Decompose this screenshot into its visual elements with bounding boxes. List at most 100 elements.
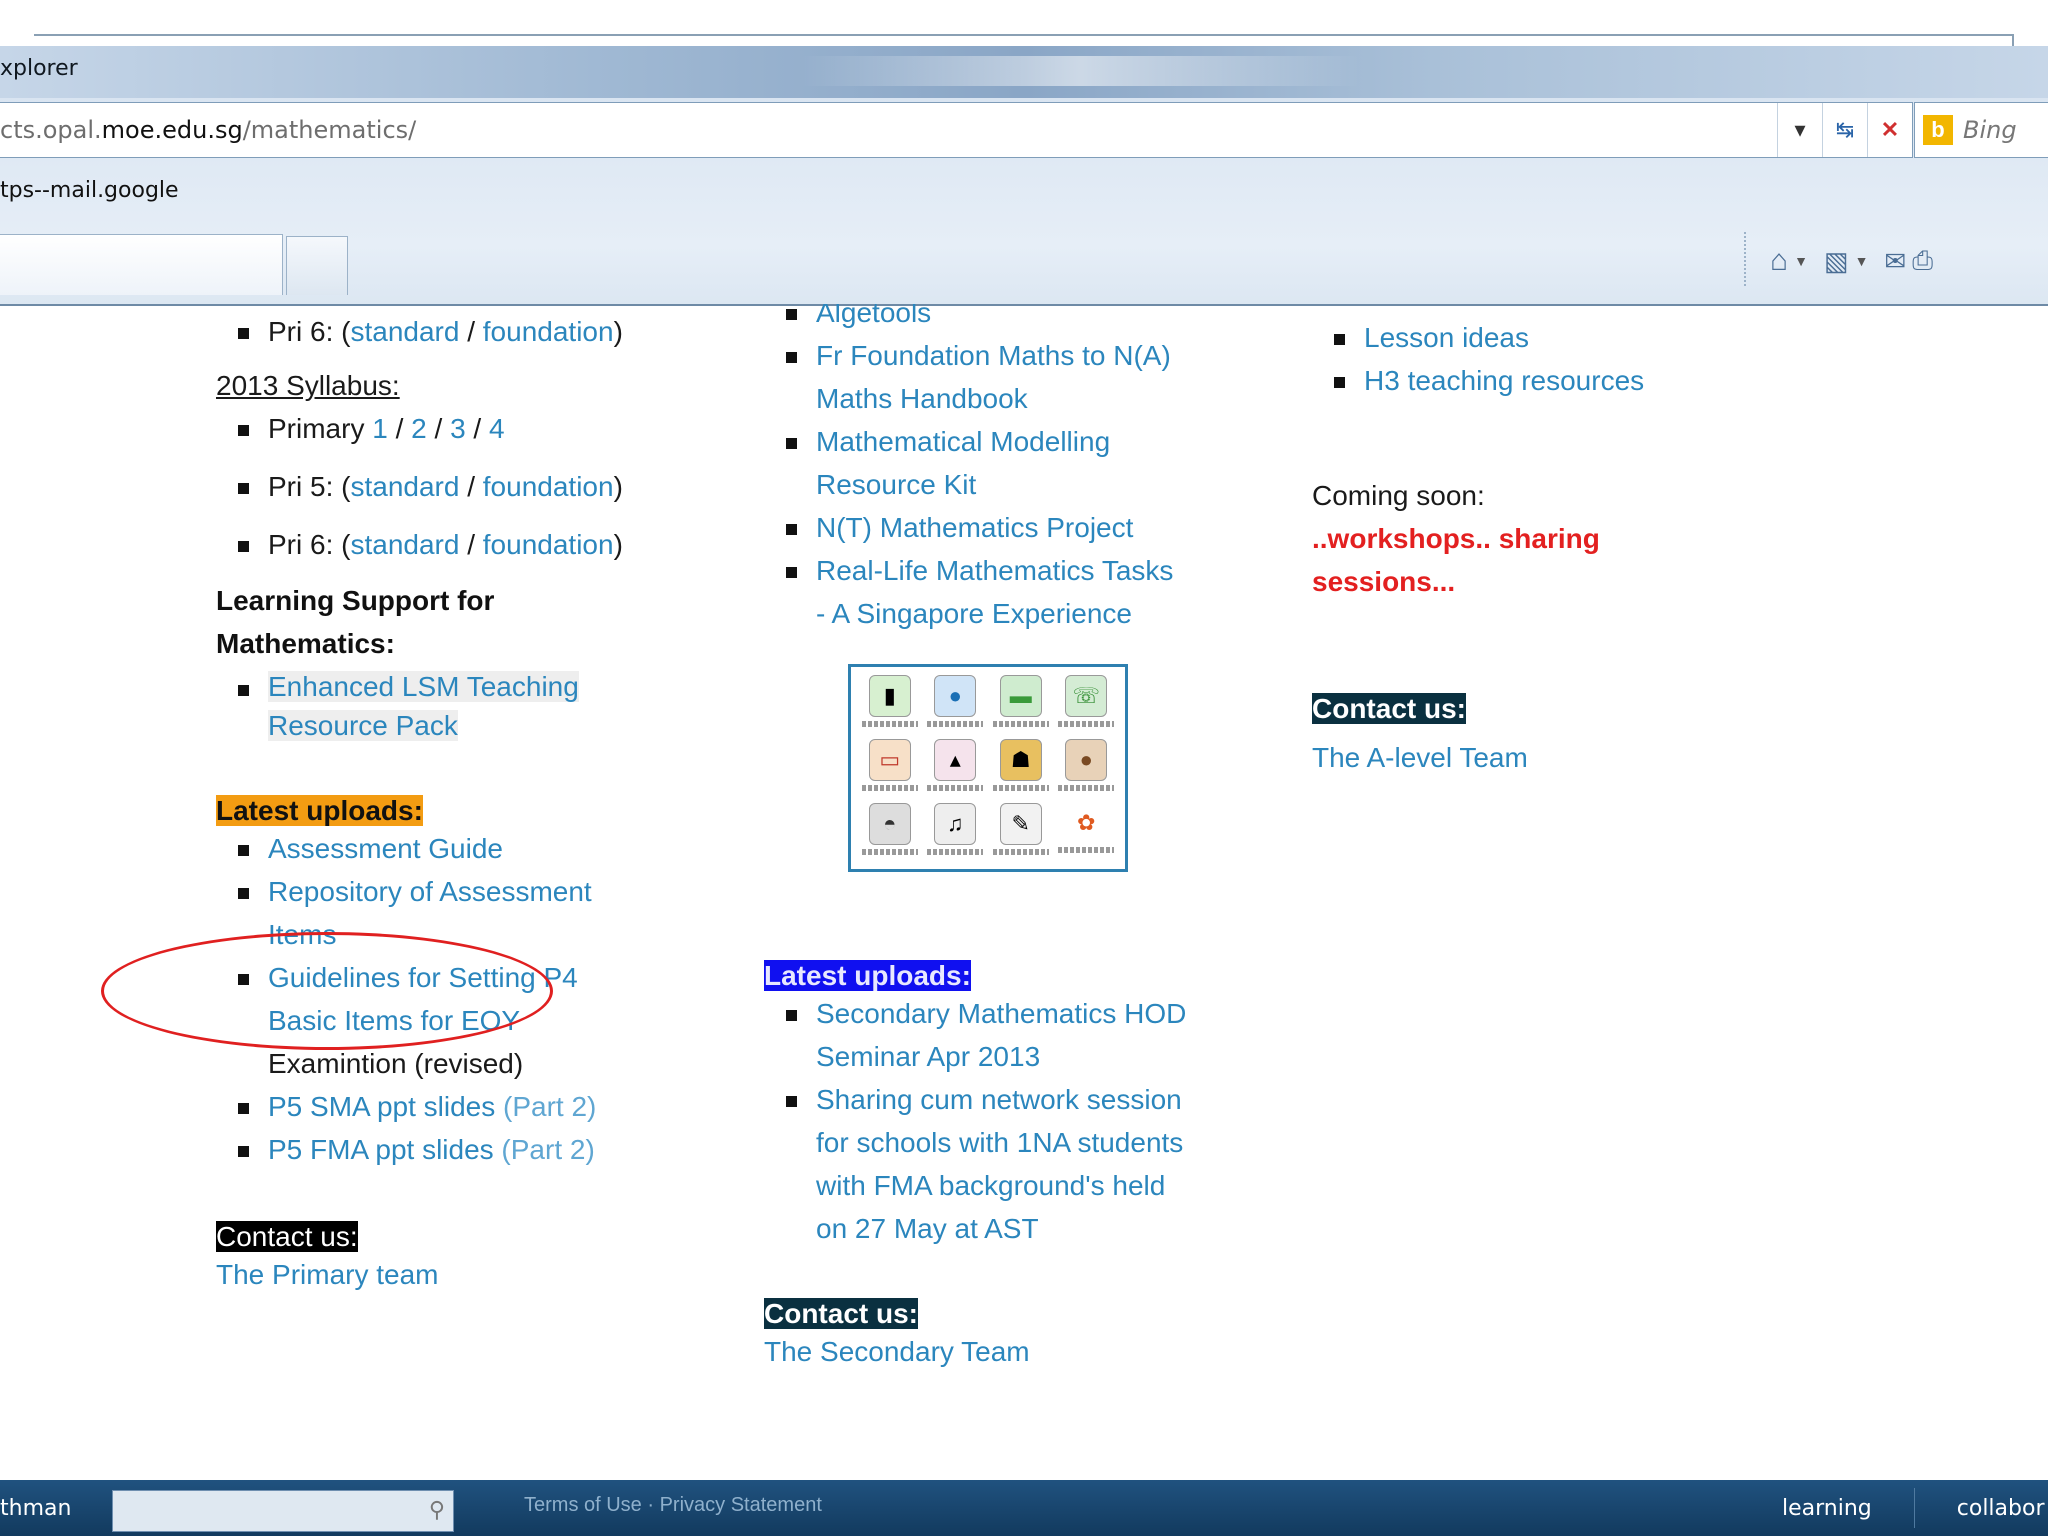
footer-links: Terms of Use · Privacy Statement (524, 1494, 822, 1516)
latest-uploads-label: Latest uploads: (764, 960, 971, 991)
tile-caption (861, 849, 918, 855)
list-item: Algetools (764, 304, 1244, 334)
command-bar-separator (1744, 232, 1746, 286)
primary-2-link[interactable]: 2 (411, 413, 427, 444)
privacy-statement-link[interactable]: Privacy Statement (660, 1494, 822, 1516)
feeds-icon[interactable]: ▧ (1824, 246, 1849, 277)
chevron-down-icon[interactable]: ▼ (1855, 253, 1869, 269)
smapp-logo-icon: ✿ (1066, 803, 1107, 843)
coming-soon-items: ..workshops.. sharing sessions... (1312, 523, 1600, 597)
mathematical-modelling-link[interactable]: Mathematical Modelling Resource Kit (816, 426, 1110, 500)
address-url[interactable]: cts.opal.moe.edu.sg/mathematics/ (0, 116, 416, 144)
tile-caption (861, 785, 918, 791)
image-tile: ☗ (992, 739, 1050, 797)
secondary-contact-heading: Contact us: (764, 1298, 1244, 1330)
p5-sma-part2-link[interactable]: (Part 2) (495, 1091, 596, 1122)
cup-icon: ▮ (868, 675, 911, 717)
real-life-tasks-image[interactable]: ▮ ● ▬ ☏ ▭ ▴ ☗ ● ◓ ♫ ✎ ✿ (848, 664, 1128, 872)
list-item: H3 teaching resources (1312, 359, 1792, 402)
nav-learning[interactable]: learning (1740, 1496, 1914, 1521)
address-prefix: cts.opal. (0, 116, 102, 144)
list-item: Pri 6: (standard / foundation) (216, 523, 676, 566)
favorite-item[interactable]: tps--mail.google (0, 178, 179, 203)
image-tile: ☏ (1058, 675, 1116, 733)
list-item: Fr Foundation Maths to N(A) Maths Handboo… (764, 334, 1244, 420)
standard-link[interactable]: standard (350, 529, 459, 560)
chevron-down-icon: ▾ (1794, 117, 1806, 142)
tile-caption (992, 849, 1049, 855)
list-item: Sharing cum network session for schools w… (764, 1078, 1244, 1250)
nav-collaborate[interactable]: collabor (1915, 1496, 2048, 1521)
tile-caption (927, 721, 984, 727)
terms-of-use-link[interactable]: Terms of Use (524, 1494, 642, 1516)
bing-logo-icon: b (1923, 115, 1953, 145)
p5-sma-link[interactable]: P5 SMA ppt slides (268, 1091, 495, 1122)
command-bar: ⌂ ▼ ▧ ▼ ✉ ⎙ (1770, 236, 1933, 286)
image-tile: ◓ (861, 803, 919, 861)
image-tile: ● (1058, 739, 1116, 797)
mail-icon[interactable]: ✉ (1884, 246, 1906, 277)
money-icon: ▬ (999, 675, 1042, 717)
tab-row: ⌂ ▼ ▧ ▼ ✉ ⎙ (0, 222, 2048, 302)
enhanced-lsm-link[interactable]: Enhanced LSM Teaching Resource Pack (268, 671, 579, 741)
compatibility-view-button[interactable]: ↹ (1822, 103, 1867, 157)
new-tab-button[interactable] (286, 236, 348, 295)
real-life-tasks-link[interactable]: Real-Life Mathematics Tasks - A Singapore… (816, 555, 1173, 629)
chevron-down-icon[interactable]: ▼ (1794, 253, 1808, 269)
home-icon[interactable]: ⌂ (1770, 244, 1788, 278)
foundation-link[interactable]: foundation (483, 316, 614, 347)
assessment-guide-link[interactable]: Assessment Guide (268, 833, 503, 864)
list-item: Real-Life Mathematics Tasks - A Singapore… (764, 549, 1244, 635)
image-tile: ● (927, 675, 985, 733)
foundation-link[interactable]: foundation (483, 529, 614, 560)
syllabus-list: Primary 1 / 2 / 3 / 4 Pri 5: (standard /… (216, 407, 676, 566)
window-title: xplorer (0, 56, 78, 81)
primary-1-link[interactable]: 1 (372, 413, 388, 444)
standard-link[interactable]: standard (350, 316, 459, 347)
primary-4-link[interactable]: 4 (489, 413, 505, 444)
sharing-session-link[interactable]: Sharing cum network session for schools w… (816, 1084, 1183, 1244)
algetools-link[interactable]: Algetools (816, 304, 931, 328)
address-bar[interactable]: cts.opal.moe.edu.sg/mathematics/ ▾ ↹ ✕ (0, 102, 1913, 158)
secondary-team-link[interactable]: The Secondary Team (764, 1336, 1030, 1367)
magnifier-icon[interactable]: ⚲ (429, 1497, 445, 1523)
h3-resources-link[interactable]: H3 teaching resources (1364, 365, 1644, 396)
address-path: /mathematics/ (242, 116, 417, 144)
address-dropdown-button[interactable]: ▾ (1777, 103, 1822, 157)
foundation-link[interactable]: foundation (483, 471, 614, 502)
crowd-icon: ☗ (999, 739, 1042, 781)
fr-foundation-link[interactable]: Fr Foundation Maths to N(A) Maths Handboo… (816, 340, 1171, 414)
phone-icon: ☏ (1065, 675, 1108, 717)
alevel-team-link[interactable]: The A-level Team (1312, 742, 1528, 773)
nt-project-link[interactable]: N(T) Mathematics Project (816, 512, 1133, 543)
secondary-links-list: Algetools Fr Foundation Maths to N(A) Mat… (764, 304, 1244, 635)
list-item: Secondary Mathematics HOD Seminar Apr 201… (764, 992, 1244, 1078)
p5-fma-part2-link[interactable]: (Part 2) (494, 1134, 594, 1165)
image-tile: ✎ (992, 803, 1050, 861)
primary-3-link[interactable]: 3 (450, 413, 466, 444)
print-icon[interactable]: ⎙ (1912, 245, 1933, 277)
tile-caption (927, 849, 984, 855)
primary-contact: The Primary team (216, 1253, 676, 1296)
list-item: P5 SMA ppt slides (Part 2) (216, 1085, 676, 1128)
image-tile: ▮ (861, 675, 919, 733)
primary-contact-heading: Contact us: (216, 1221, 676, 1253)
p5-fma-link[interactable]: P5 FMA ppt slides (268, 1134, 494, 1165)
image-tile: ▬ (992, 675, 1050, 733)
favorites-bar: tps--mail.google (0, 168, 2048, 216)
footer-user-name: thman (0, 1496, 72, 1521)
lesson-ideas-link[interactable]: Lesson ideas (1364, 322, 1529, 353)
tile-caption (1058, 847, 1115, 853)
image-tile: ▭ (861, 739, 919, 797)
footer-search-input[interactable]: ⚲ (112, 1490, 454, 1532)
search-box[interactable]: b Bing (1914, 102, 2048, 158)
tab-active[interactable] (0, 234, 283, 295)
standard-link[interactable]: standard (350, 471, 459, 502)
hod-seminar-link[interactable]: Secondary Mathematics HOD Seminar Apr 201… (816, 998, 1186, 1072)
secondary-uploads-column: Latest uploads: Secondary Mathematics HO… (764, 960, 1244, 1373)
tile-caption (992, 785, 1049, 791)
stop-button[interactable]: ✕ (1867, 103, 1912, 157)
dress-icon: ▴ (934, 739, 977, 781)
tile-caption (1058, 721, 1115, 727)
primary-team-link[interactable]: The Primary team (216, 1259, 439, 1290)
